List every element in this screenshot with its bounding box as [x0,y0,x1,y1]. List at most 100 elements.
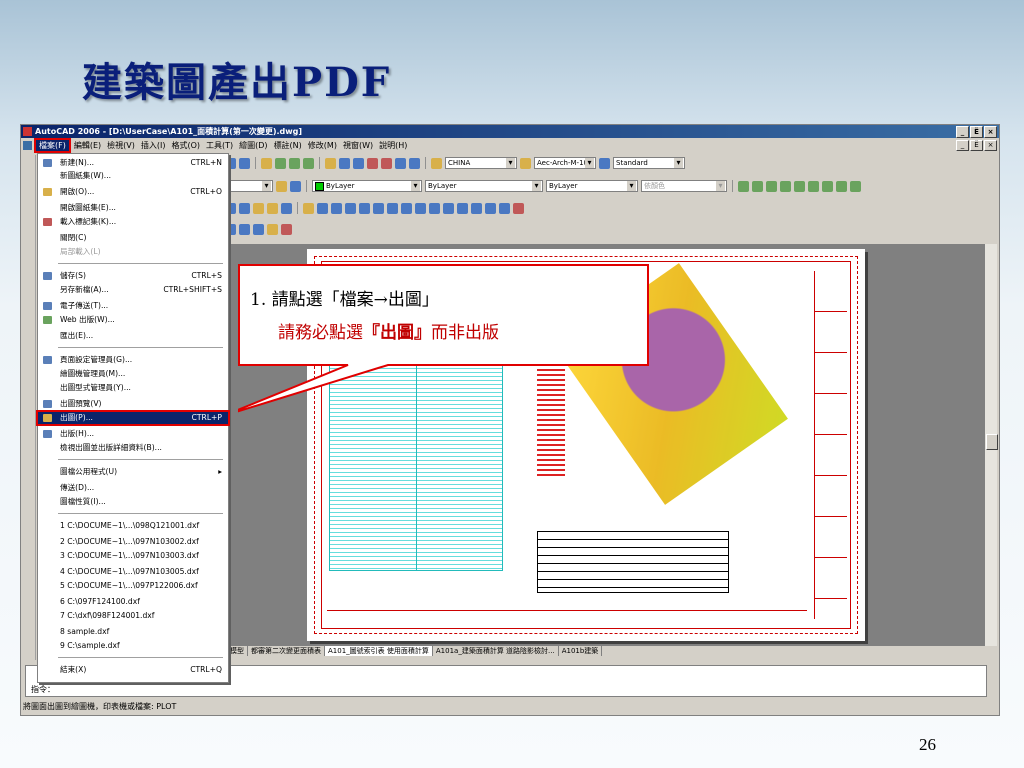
menu-item-save[interactable]: 儲存(S) CTRL+S [38,270,228,282]
menu-item-drawing-utilities[interactable]: 圖檔公用程式(U) ▸ [38,466,228,478]
calculator-icon[interactable] [395,157,406,169]
table-style-select[interactable]: Standard [613,157,685,169]
zoom-extents-icon[interactable] [780,180,791,192]
menu-item-plotter-manager[interactable]: 繪圖機管理員(M)... [38,368,228,380]
minimize-button[interactable]: _ [956,126,969,138]
zoom-in-icon[interactable] [738,180,749,192]
properties-icon[interactable] [325,157,336,169]
menu-dimension[interactable]: 標註(N) [271,140,305,151]
menu-item-web-publish[interactable]: Web 出版(W)... [38,314,228,326]
recent-file-6[interactable]: 6 C:\097F124100.dxf [38,596,228,608]
stretch-icon[interactable] [415,202,426,214]
gradient-icon[interactable] [239,202,250,214]
fillet-icon[interactable] [499,202,510,214]
menu-item-plot-preview[interactable]: 出圖預覽(V) [38,398,228,410]
menu-item-open[interactable]: 開啟(O)... CTRL+O [38,186,228,198]
break-icon[interactable] [457,202,468,214]
recent-file-5[interactable]: 5 C:\DOCUME~1\...\097P122006.dxf [38,580,228,592]
menu-item-publish[interactable]: 出版(H)... [38,428,228,440]
zoom-window2-icon[interactable] [850,180,861,192]
menu-item-page-setup[interactable]: 頁面設定管理員(G)... [38,354,228,366]
layer-state-select[interactable] [225,180,273,192]
text-style-icon[interactable] [431,157,442,169]
doc-restore-button[interactable]: Ё [970,140,983,151]
zoom-dynamic-icon[interactable] [836,180,847,192]
dim-icon[interactable] [267,223,278,235]
menu-item-exit[interactable]: 結束(X) CTRL+Q [38,664,228,676]
zoom-center-icon[interactable] [808,180,819,192]
close-button[interactable]: × [984,126,997,138]
tab-area-table[interactable]: 都審第二次變更面積表 [248,646,325,656]
menu-draw[interactable]: 繪圖(D) [236,140,270,151]
menu-item-plot-details[interactable]: 檢視出圖並出版詳細資料(B)... [38,442,228,454]
menu-item-plot[interactable]: 出圖(P)... CTRL+P [36,410,230,426]
zoom-scale-icon[interactable] [794,180,805,192]
document-icon[interactable] [23,141,32,150]
markup-icon[interactable] [381,157,392,169]
menu-help[interactable]: 說明(H) [376,140,410,151]
menu-file[interactable]: 檔案(F) [34,138,71,153]
tab-a101b[interactable]: A101b建築 [559,646,603,656]
menu-item-plot-style-manager[interactable]: 出圖型式管理員(Y)... [38,382,228,394]
zoom-object-icon[interactable] [822,180,833,192]
menu-insert[interactable]: 插入(I) [138,140,169,151]
zoom-window-icon[interactable] [289,157,300,169]
offset-icon[interactable] [345,202,356,214]
vertical-scrollbar[interactable] [985,244,998,646]
help-icon[interactable] [409,157,420,169]
tab-model[interactable]: 模型 [227,646,248,656]
menu-item-close[interactable]: 關閉(C) [38,232,228,244]
lineweight-select[interactable]: ByLayer [546,180,638,192]
menu-edit[interactable]: 編輯(E) [71,140,104,151]
recent-file-7[interactable]: 7 C:\dxf\098F124001.dxf [38,610,228,622]
circle-icon[interactable] [253,223,264,235]
recent-file-4[interactable]: 4 C:\DOCUME~1\...\097N103005.dxf [38,566,228,578]
rotate-icon[interactable] [387,202,398,214]
arc-icon[interactable] [239,223,250,235]
menu-format[interactable]: 格式(O) [168,140,203,151]
menu-item-new[interactable]: 新建(N)... CTRL+N [38,157,228,169]
menu-window[interactable]: 視窗(W) [340,140,376,151]
pan-icon[interactable] [261,157,272,169]
menu-item-etransmit[interactable]: 電子傳送(T)... [38,300,228,312]
menu-item-export[interactable]: 匯出(E)... [38,330,228,342]
recent-file-1[interactable]: 1 C:\DOCUME~1\...\098Q121001.dxf [38,520,228,532]
plot-style-select[interactable]: 依顏色 [641,180,727,192]
zoom-previous-icon[interactable] [303,157,314,169]
menu-item-drawing-properties[interactable]: 圖檔性質(I)... [38,496,228,508]
tab-a101[interactable]: A101_圖號索引表 使用面積計算 [325,646,433,656]
join-icon[interactable] [471,202,482,214]
zoom-out-icon[interactable] [752,180,763,192]
menu-item-open-sheet-set[interactable]: 開啟圖紙集(E)... [38,202,228,214]
doc-minimize-button[interactable]: _ [956,140,969,151]
menu-view[interactable]: 檢視(V) [104,140,138,151]
scroll-thumb[interactable] [986,434,998,450]
sheet-set-icon[interactable] [367,157,378,169]
erase-icon[interactable] [303,202,314,214]
zoom-realtime-icon[interactable] [275,157,286,169]
zoom-all-icon[interactable] [766,180,777,192]
tab-a101a[interactable]: A101a_建築面積計算 道路陰影檢討... [433,646,559,656]
window-titlebar[interactable]: AutoCAD 2006 - [D:\UserCase\A101_面積計算(第一… [21,125,999,138]
explode-icon[interactable] [513,202,524,214]
menu-modify[interactable]: 修改(M) [305,140,340,151]
dim-style-icon[interactable] [520,157,531,169]
extend-icon[interactable] [443,202,454,214]
recent-file-3[interactable]: 3 C:\DOCUME~1\...\097N103003.dxf [38,550,228,562]
dim-style-select[interactable]: Aec-Arch-M-10 [534,157,596,169]
menu-item-load-markup[interactable]: 載入標記集(K)... [38,216,228,228]
move-icon[interactable] [373,202,384,214]
make-current-icon[interactable] [290,180,301,192]
layer-manager-icon[interactable] [276,180,287,192]
mirror-icon[interactable] [331,202,342,214]
recent-file-2[interactable]: 2 C:\DOCUME~1\...\097N103002.dxf [38,536,228,548]
recent-file-9[interactable]: 9 C:\sample.dxf [38,640,228,652]
mtext-icon[interactable] [281,202,292,214]
menu-item-new-sheet-set[interactable]: 新圖紙集(W)... [38,170,228,182]
chamfer-icon[interactable] [485,202,496,214]
table-style-icon[interactable] [599,157,610,169]
trim-icon[interactable] [429,202,440,214]
text-style-select[interactable]: CHINA [445,157,517,169]
redo-icon[interactable] [239,157,250,169]
dim-edit-icon[interactable] [281,223,292,235]
